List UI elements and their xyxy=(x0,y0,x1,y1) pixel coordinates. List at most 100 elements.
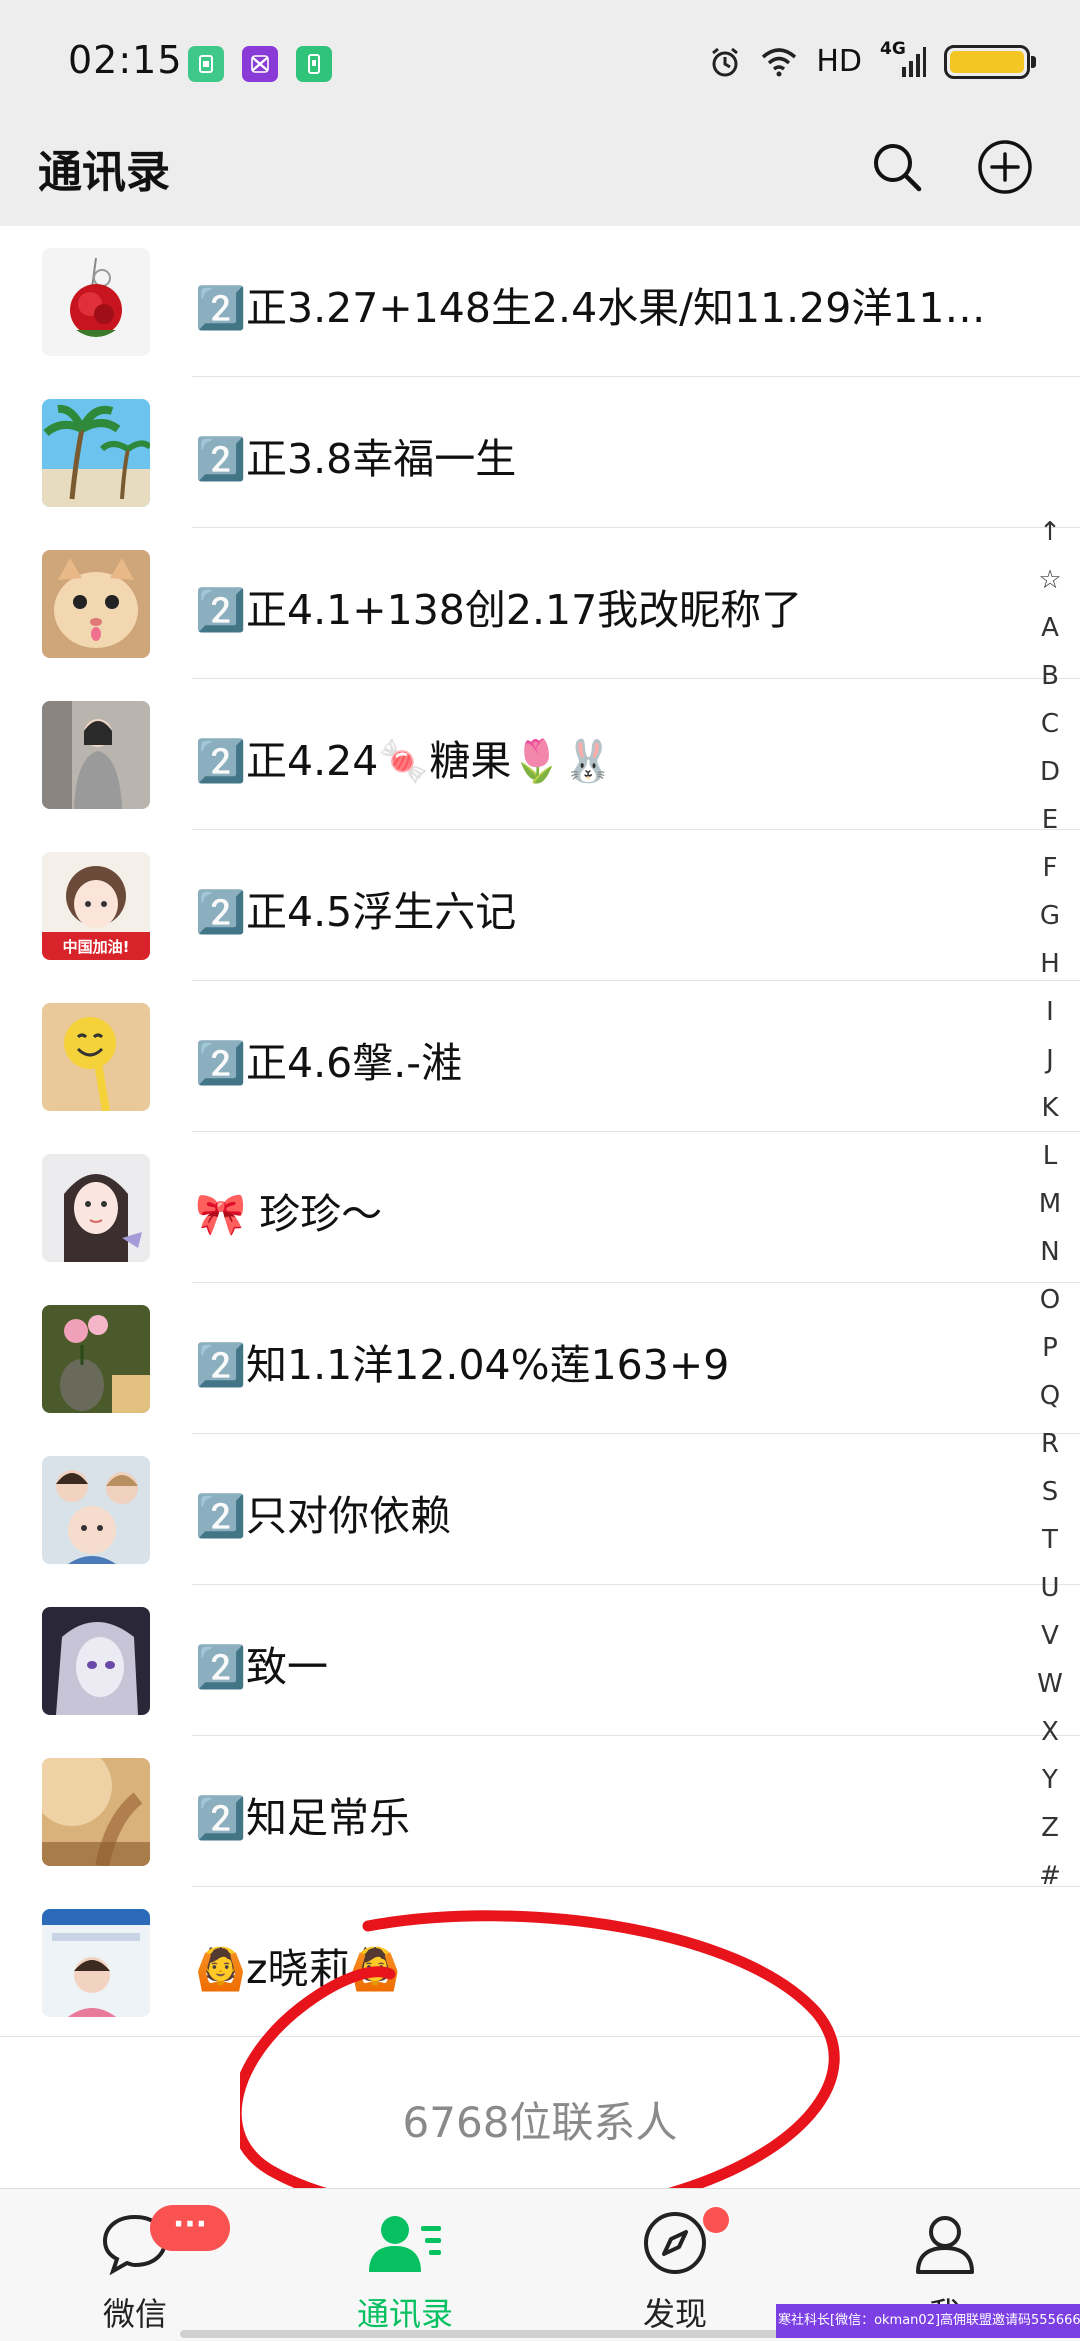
alpha-index-letter[interactable]: P xyxy=(1028,1324,1072,1372)
tab-label: 微信 xyxy=(102,2295,167,2333)
alpha-index-letter[interactable]: W xyxy=(1028,1660,1072,1708)
contact-name: 🎀 珍珍～ xyxy=(195,1190,383,1238)
contact-name: 2️⃣正4.5浮生六记 xyxy=(195,888,517,936)
plus-circle-icon xyxy=(978,140,1032,194)
search-button[interactable] xyxy=(864,134,930,200)
green-sim-icon xyxy=(188,46,224,82)
contact-row[interactable]: 2️⃣知1.1洋12.04%莲163+9 xyxy=(0,1283,1080,1434)
contact-row[interactable]: 2️⃣正4.6搫.-溎 xyxy=(0,981,1080,1132)
contact-name: 🙆z晓莉🙆 xyxy=(195,1945,401,1993)
alpha-index-letter[interactable]: F xyxy=(1028,844,1072,892)
purple-app-icon xyxy=(242,46,278,82)
alpha-index-letter[interactable]: X xyxy=(1028,1708,1072,1756)
status-time: 02:15 xyxy=(68,38,183,82)
contact-count: 6768位联系人 xyxy=(402,2098,678,2147)
alpha-index-letter[interactable]: Q xyxy=(1028,1372,1072,1420)
alarm-icon xyxy=(712,47,739,76)
alpha-index-letter[interactable]: J xyxy=(1028,1036,1072,1084)
wifi-icon xyxy=(762,47,797,76)
contact-name: 2️⃣正3.8幸福一生 xyxy=(195,435,517,483)
battery-icon xyxy=(944,44,1036,79)
status-bar: 02:15 HD 4G xyxy=(0,0,1080,130)
avatar: 中国加油! xyxy=(42,852,150,960)
alpha-index-letter[interactable]: U xyxy=(1028,1564,1072,1612)
contact-row[interactable]: 🎀 珍珍～ xyxy=(0,1132,1080,1283)
contact-row[interactable]: 2️⃣致一 xyxy=(0,1585,1080,1736)
alpha-index-letter[interactable]: V xyxy=(1028,1612,1072,1660)
avatar xyxy=(42,550,150,658)
alpha-index-letter[interactable]: ☆ xyxy=(1028,556,1072,604)
contact-row[interactable]: 2️⃣正3.27+148生2.4水果/知11.29洋11… xyxy=(0,226,1080,377)
add-button[interactable] xyxy=(972,134,1038,200)
contact-count-footer: 6768位联系人 xyxy=(0,2036,1080,2189)
green-phone-icon xyxy=(296,46,332,82)
status-indicators: HD 4G xyxy=(708,39,1036,79)
alpha-index-letter[interactable]: M xyxy=(1028,1180,1072,1228)
alpha-index-letter[interactable]: # xyxy=(1028,1852,1072,1900)
avatar xyxy=(42,1607,150,1715)
avatar xyxy=(42,1456,150,1564)
contact-row[interactable]: 中国加油! 2️⃣正4.5浮生六记 xyxy=(0,830,1080,981)
page-title: 通讯录 xyxy=(38,147,170,198)
search-icon xyxy=(874,144,922,192)
alpha-index-letter[interactable]: T xyxy=(1028,1516,1072,1564)
alpha-index-letter[interactable]: A xyxy=(1028,604,1072,652)
alpha-index-letter[interactable]: E xyxy=(1028,796,1072,844)
contact-name: 2️⃣只对你依赖 xyxy=(195,1492,452,1540)
alpha-index-letter[interactable]: D xyxy=(1028,748,1072,796)
tab-label: 发现 xyxy=(642,2295,707,2333)
alpha-index-letter[interactable]: G xyxy=(1028,892,1072,940)
contact-name: 2️⃣致一 xyxy=(195,1643,329,1691)
contact-name: 2️⃣知足常乐 xyxy=(195,1794,411,1842)
contact-name: 2️⃣知1.1洋12.04%莲163+9 xyxy=(195,1341,730,1389)
contact-name: 2️⃣正3.27+148生2.4水果/知11.29洋11… xyxy=(195,284,986,332)
avatar xyxy=(42,248,150,356)
contact-row[interactable]: 2️⃣知足常乐 xyxy=(0,1736,1080,1887)
avatar xyxy=(42,399,150,507)
new-dot-badge xyxy=(703,2207,729,2233)
alpha-index-letter[interactable]: R xyxy=(1028,1420,1072,1468)
watermark: 寒社科长[微信：okman02]高佣联盟邀请码555666 xyxy=(776,2304,1080,2338)
alphabet-index[interactable]: ↑ ☆ A B C D E F G H I J K L M N O P Q R S T U V W X Y Z # xyxy=(1028,508,1072,1900)
contact-row[interactable]: 2️⃣正4.24🍬糖果🌷🐰 xyxy=(0,679,1080,830)
avatar xyxy=(42,1909,150,2017)
tab-discover[interactable]: 发现 xyxy=(540,2189,810,2341)
alpha-index-letter[interactable]: K xyxy=(1028,1084,1072,1132)
alpha-index-letter[interactable]: Z xyxy=(1028,1804,1072,1852)
signal-icon: 4G xyxy=(880,39,926,79)
contact-row[interactable]: 2️⃣正3.8幸福一生 xyxy=(0,377,1080,528)
tab-contacts[interactable]: 通讯录 xyxy=(270,2189,540,2341)
avatar xyxy=(42,1003,150,1111)
alpha-index-letter[interactable]: N xyxy=(1028,1228,1072,1276)
unread-badge: ··· xyxy=(150,2205,230,2251)
contact-name: 2️⃣正4.1+138创2.17我改昵称了 xyxy=(195,586,803,634)
hd-label: HD xyxy=(816,44,862,79)
tab-label: 通讯录 xyxy=(356,2295,453,2333)
svg-text:中国加油!: 中国加油! xyxy=(63,938,130,956)
avatar xyxy=(42,1305,150,1413)
tab-chats[interactable]: ··· 微信 xyxy=(0,2189,270,2341)
avatar xyxy=(42,1758,150,1866)
alpha-index-letter[interactable]: C xyxy=(1028,700,1072,748)
contacts-icon xyxy=(355,2203,455,2283)
alpha-index-letter[interactable]: Y xyxy=(1028,1756,1072,1804)
header: 通讯录 xyxy=(0,130,1080,226)
battery-fill xyxy=(950,50,1024,73)
notification-icons xyxy=(188,46,332,82)
alpha-index-letter[interactable]: ↑ xyxy=(1028,508,1072,556)
contact-name: 2️⃣正4.6搫.-溎 xyxy=(195,1039,463,1087)
contact-row[interactable]: 2️⃣只对你依赖 xyxy=(0,1434,1080,1585)
alpha-index-letter[interactable]: O xyxy=(1028,1276,1072,1324)
alpha-index-letter[interactable]: S xyxy=(1028,1468,1072,1516)
contact-row[interactable]: 2️⃣正4.1+138创2.17我改昵称了 xyxy=(0,528,1080,679)
alpha-index-letter[interactable]: L xyxy=(1028,1132,1072,1180)
avatar xyxy=(42,1154,150,1262)
alpha-index-letter[interactable]: H xyxy=(1028,940,1072,988)
person-icon xyxy=(895,2203,995,2283)
alpha-index-letter[interactable]: B xyxy=(1028,652,1072,700)
contact-row[interactable]: 🙆z晓莉🙆 xyxy=(0,1887,1080,2036)
avatar xyxy=(42,701,150,809)
alpha-index-letter[interactable]: I xyxy=(1028,988,1072,1036)
contact-list[interactable]: 2️⃣正3.27+148生2.4水果/知11.29洋11… 2️⃣正3.8幸福一… xyxy=(0,226,1080,2036)
contact-name: 2️⃣正4.24🍬糖果🌷🐰 xyxy=(195,737,614,785)
